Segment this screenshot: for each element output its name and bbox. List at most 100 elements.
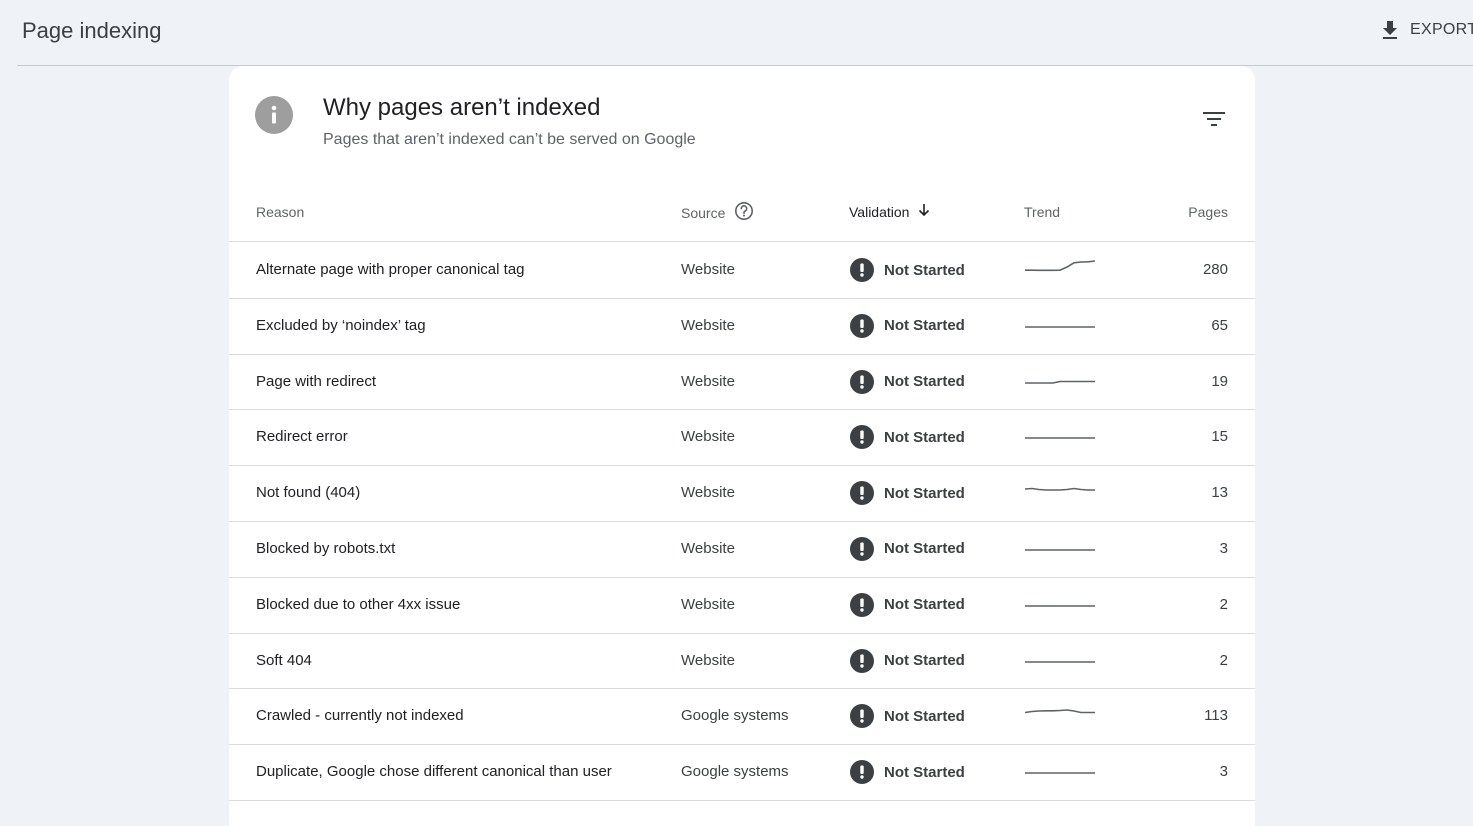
row-pages: 15 bbox=[1211, 428, 1228, 446]
info-icon bbox=[255, 96, 293, 134]
row-reason: Excluded by ‘noindex’ tag bbox=[256, 316, 426, 334]
table-row[interactable]: Blocked due to other 4xx issue Website N… bbox=[229, 578, 1255, 634]
trend-sparkline bbox=[1024, 703, 1096, 723]
exclamation-circle-icon bbox=[850, 592, 874, 617]
row-source: Website bbox=[681, 484, 735, 502]
help-circle-icon[interactable] bbox=[733, 200, 755, 225]
row-validation-status: Not Started bbox=[884, 261, 965, 279]
trend-line bbox=[1025, 380, 1095, 384]
row-pages: 19 bbox=[1211, 372, 1228, 390]
row-source: Website bbox=[681, 651, 735, 669]
column-header-trend: Trend bbox=[1024, 204, 1060, 220]
download-icon bbox=[1380, 19, 1400, 41]
row-validation: Not Started bbox=[850, 536, 965, 561]
row-pages: 2 bbox=[1219, 651, 1228, 669]
trend-line bbox=[1024, 487, 1095, 491]
row-source: Website bbox=[681, 428, 735, 446]
row-validation-status: Not Started bbox=[884, 596, 965, 614]
row-reason: Redirect error bbox=[256, 428, 348, 446]
not-indexed-card: Why pages aren’t indexed Pages that aren… bbox=[229, 66, 1255, 826]
table-row[interactable]: Crawled - currently not indexed Google s… bbox=[229, 689, 1255, 746]
table-row[interactable]: Soft 404 Website Not Started 2 bbox=[229, 634, 1255, 690]
table-row[interactable]: Blocked by robots.txt Website Not Starte… bbox=[229, 522, 1255, 578]
trend-sparkline-svg bbox=[1025, 380, 1095, 384]
page-title: Page indexing bbox=[22, 18, 162, 43]
row-validation: Not Started bbox=[850, 704, 965, 729]
row-validation-status: Not Started bbox=[884, 484, 965, 502]
row-validation-status: Not Started bbox=[884, 540, 965, 558]
exclamation-circle-icon bbox=[850, 369, 874, 394]
row-validation: Not Started bbox=[850, 760, 965, 785]
row-validation: Not Started bbox=[850, 592, 965, 617]
exclamation-circle-icon bbox=[850, 481, 874, 506]
card-title: Why pages aren’t indexed bbox=[323, 94, 601, 121]
column-header-trend-label: Trend bbox=[1024, 204, 1061, 220]
reasons-table-body: Alternate page with proper canonical tag… bbox=[229, 243, 1255, 801]
export-label: EXPORT bbox=[1410, 21, 1473, 38]
column-header-source-label: Source bbox=[681, 204, 726, 221]
row-validation: Not Started bbox=[850, 425, 965, 450]
filter-icon[interactable] bbox=[1201, 108, 1227, 130]
trend-sparkline-svg bbox=[1024, 709, 1095, 714]
row-pages: 2 bbox=[1219, 595, 1228, 613]
top-bar: Page indexing EXPORT bbox=[0, 0, 1473, 66]
trend-sparkline bbox=[1024, 369, 1096, 389]
column-header-source: Source bbox=[681, 200, 755, 225]
row-validation-status: Not Started bbox=[884, 707, 965, 725]
table-row[interactable]: Redirect error Website Not Started 15 bbox=[229, 410, 1255, 467]
row-validation-status: Not Started bbox=[884, 652, 965, 670]
row-pages: 13 bbox=[1211, 484, 1228, 502]
trend-sparkline bbox=[1024, 648, 1096, 668]
row-validation-status: Not Started bbox=[884, 763, 965, 781]
row-source: Website bbox=[681, 261, 735, 278]
row-validation-status: Not Started bbox=[884, 317, 965, 335]
row-reason: Soft 404 bbox=[256, 651, 312, 669]
row-validation: Not Started bbox=[850, 481, 965, 506]
row-pages: 280 bbox=[1202, 261, 1228, 278]
row-reason: Alternate page with proper canonical tag bbox=[256, 261, 525, 278]
export-button[interactable]: EXPORT bbox=[1380, 16, 1473, 44]
column-header-validation-label: Validation bbox=[849, 203, 910, 220]
column-header-pages-label: Pages bbox=[1188, 204, 1228, 220]
trend-sparkline-svg bbox=[1025, 772, 1095, 774]
row-validation-status: Not Started bbox=[884, 428, 965, 446]
row-pages: 3 bbox=[1219, 763, 1228, 781]
exclamation-circle-icon bbox=[850, 536, 874, 561]
trend-sparkline-svg bbox=[1025, 660, 1095, 663]
row-source: Website bbox=[681, 316, 735, 334]
exclamation-circle-icon bbox=[850, 258, 874, 282]
row-validation: Not Started bbox=[850, 369, 965, 394]
row-source: Google systems bbox=[681, 763, 789, 781]
trend-line bbox=[1024, 709, 1095, 714]
row-validation-status: Not Started bbox=[884, 373, 965, 391]
row-source: Website bbox=[681, 539, 735, 557]
table-row[interactable]: Not found (404) Website Not Started 13 bbox=[229, 466, 1255, 522]
exclamation-circle-icon bbox=[850, 648, 874, 673]
row-pages: 113 bbox=[1204, 707, 1228, 725]
column-header-reason-label: Reason bbox=[256, 204, 305, 220]
row-reason: Crawled - currently not indexed bbox=[256, 707, 464, 725]
row-validation: Not Started bbox=[850, 258, 965, 282]
trend-line bbox=[1025, 260, 1096, 272]
table-row[interactable]: Page with redirect Website Not Started 1… bbox=[229, 355, 1255, 411]
trend-sparkline-svg bbox=[1024, 487, 1095, 491]
card-subtitle: Pages that aren’t indexed can’t be serve… bbox=[323, 131, 696, 148]
trend-sparkline bbox=[1024, 759, 1096, 779]
table-row[interactable]: Excluded by ‘noindex’ tag Website Not St… bbox=[229, 299, 1255, 355]
exclamation-circle-icon bbox=[850, 704, 874, 729]
table-row[interactable]: Alternate page with proper canonical tag… bbox=[229, 243, 1255, 299]
row-validation: Not Started bbox=[850, 648, 965, 673]
trend-sparkline-svg bbox=[1025, 604, 1095, 607]
trend-sparkline-svg bbox=[1025, 260, 1096, 272]
row-source: Website bbox=[681, 595, 735, 613]
row-reason: Page with redirect bbox=[256, 372, 377, 390]
trend-sparkline bbox=[1024, 480, 1096, 500]
trend-sparkline bbox=[1024, 592, 1096, 612]
trend-sparkline-svg bbox=[1025, 549, 1095, 551]
exclamation-circle-icon bbox=[850, 760, 874, 785]
column-header-validation[interactable]: Validation bbox=[849, 202, 931, 221]
row-source: Google systems bbox=[681, 707, 789, 725]
table-header: Reason Source Validation Trend Pages bbox=[229, 190, 1255, 242]
trend-sparkline bbox=[1024, 313, 1096, 333]
table-row[interactable]: Duplicate, Google chose different canoni… bbox=[229, 745, 1255, 801]
